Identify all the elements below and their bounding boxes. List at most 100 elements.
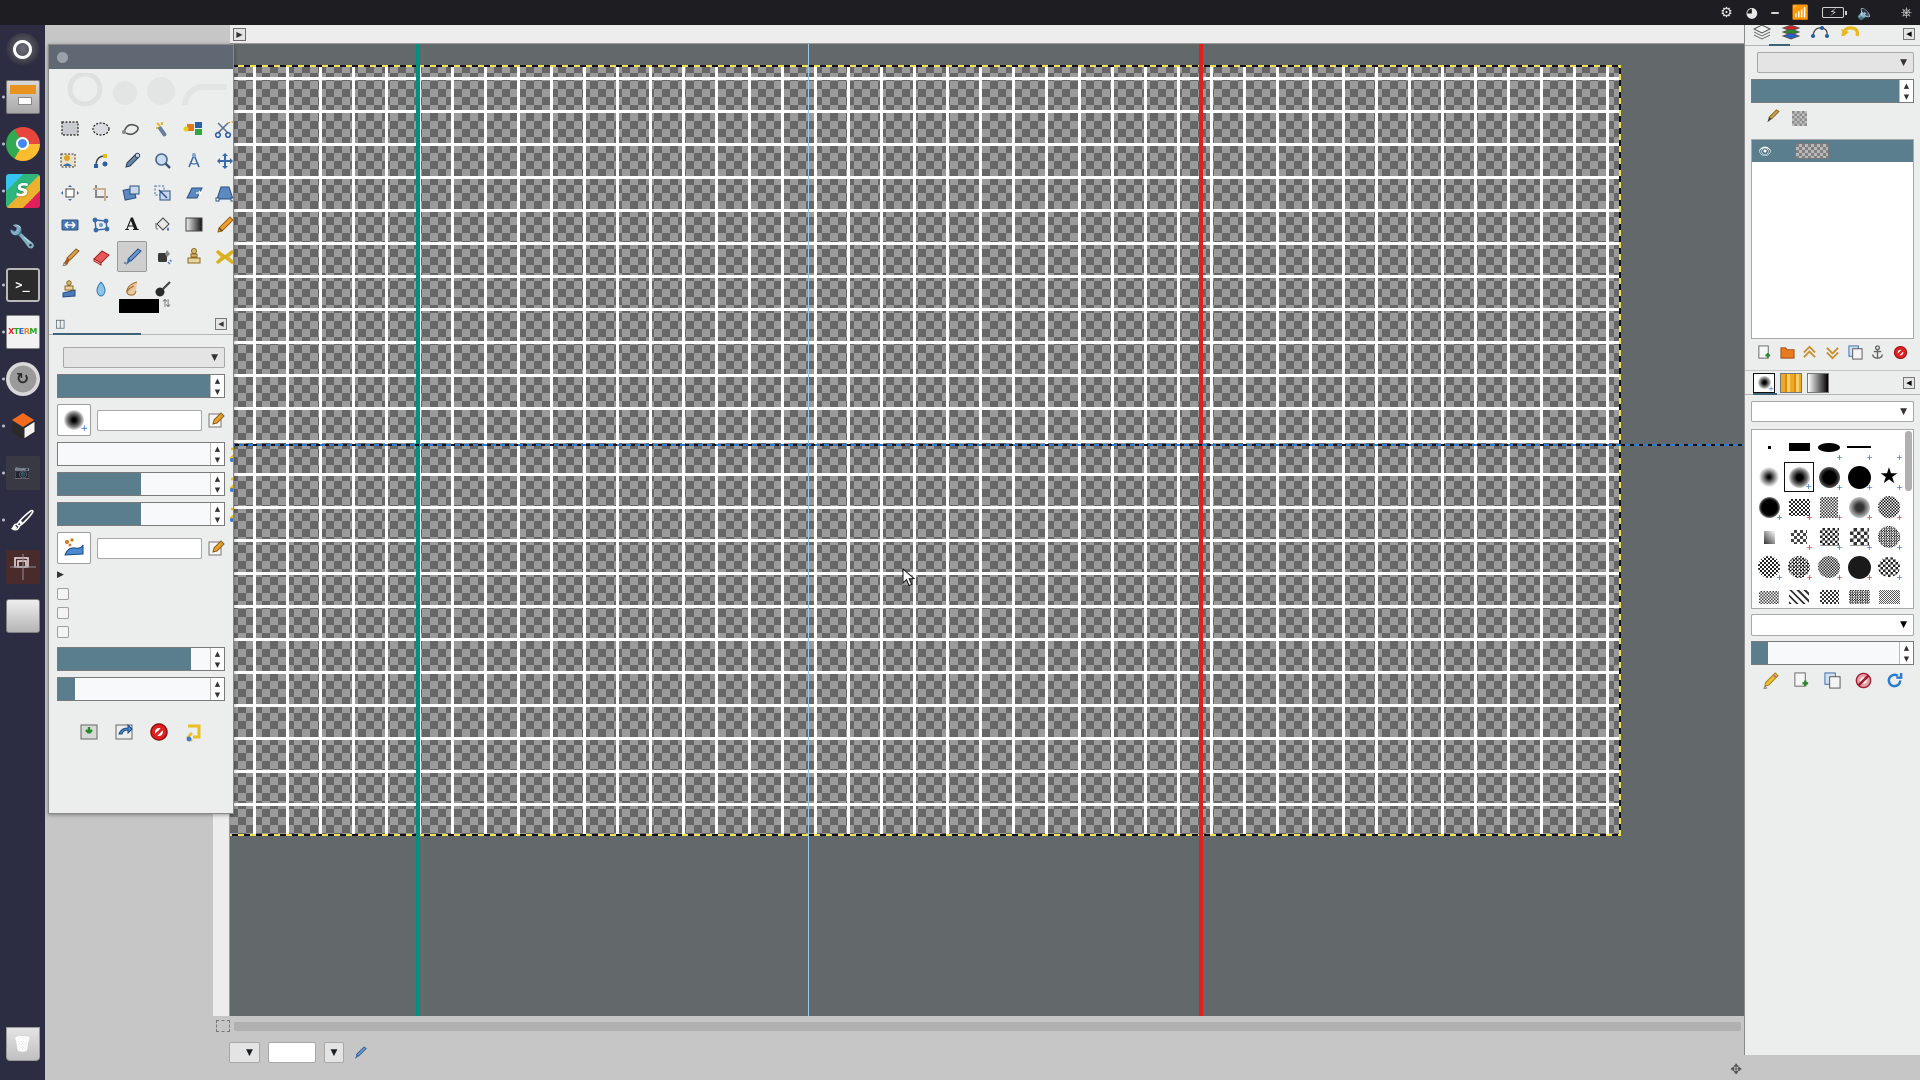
delete-layer-icon[interactable] <box>1893 345 1908 364</box>
aspect-ratio-stepper[interactable]: ▲ ▼ <box>210 473 224 495</box>
rect-select-icon[interactable] <box>55 113 85 144</box>
launcher-item-trash[interactable]: 🗑 <box>0 1021 45 1066</box>
resize-grip-icon[interactable]: ✥ <box>1730 1062 1742 1078</box>
launcher-item-ubuntu-dash[interactable] <box>0 27 45 72</box>
paintbrush-icon[interactable] <box>55 241 85 272</box>
lock-alpha-icon[interactable] <box>1792 111 1807 126</box>
new-layer-group-icon[interactable] <box>1780 345 1795 364</box>
dynamics-options-expander[interactable]: ▶ <box>57 570 225 580</box>
menu-arrow-icon[interactable]: ▶ <box>233 28 246 41</box>
brush-cell[interactable]: + <box>1784 492 1814 522</box>
brush-cell[interactable] <box>1874 582 1904 608</box>
chevron-down-icon[interactable]: ▼ <box>1900 407 1907 417</box>
brushes-tab-icon[interactable]: + <box>1753 372 1775 393</box>
smooth-stroke-checkbox[interactable] <box>57 607 225 619</box>
swap-colors-icon[interactable]: ⇅ <box>162 297 171 310</box>
brush-cell[interactable]: + <box>1754 492 1784 522</box>
unit-select[interactable]: ▼ <box>229 1042 260 1063</box>
brush-cell[interactable] <box>1754 432 1784 462</box>
launcher-item-system-tools[interactable]: 🔧 <box>0 215 45 260</box>
layers-list[interactable]: 👁 <box>1751 139 1914 339</box>
opacity-slider[interactable]: ▲ ▼ <box>57 374 225 398</box>
table-row[interactable]: 👁 <box>1752 140 1913 162</box>
lower-layer-icon[interactable] <box>1825 345 1840 364</box>
brush-cell[interactable]: + <box>1844 552 1874 582</box>
brush-cell[interactable] <box>1754 522 1784 552</box>
brush-cell[interactable]: + <box>1754 552 1784 582</box>
launcher-item-files[interactable] <box>0 74 45 119</box>
bluetooth-icon[interactable]: 📶 <box>1792 6 1809 20</box>
layer-mode-select[interactable]: ▼ <box>1757 52 1914 73</box>
channels-tab-icon[interactable] <box>1781 24 1801 44</box>
reset-aspect-ratio-icon[interactable] <box>228 476 233 493</box>
brush-filter-input[interactable]: ▼ <box>1751 401 1914 422</box>
delete-brush-icon[interactable] <box>1855 672 1872 693</box>
fuzzy-select-icon[interactable] <box>148 113 178 144</box>
duplicate-brush-icon[interactable] <box>1824 672 1841 693</box>
brush-cell[interactable]: + <box>1814 552 1844 582</box>
crop-icon[interactable] <box>86 177 116 208</box>
brush-cell[interactable]: + <box>1844 522 1874 552</box>
foreground-select-icon[interactable] <box>55 145 85 176</box>
vertical-guide-red[interactable] <box>1199 44 1203 1016</box>
delete-tool-preset-icon[interactable] <box>148 721 170 743</box>
motion-only-checkbox[interactable] <box>57 626 225 638</box>
launcher-item-window-manager[interactable] <box>0 544 45 589</box>
spacing-slider[interactable]: ▲ ▼ <box>1751 641 1914 665</box>
anchor-layer-icon[interactable] <box>1870 345 1885 364</box>
quickmask-icon[interactable] <box>216 1020 230 1032</box>
vertical-guide-teal[interactable] <box>416 44 420 1016</box>
bucket-fill-icon[interactable] <box>148 209 178 240</box>
scroll-track[interactable] <box>234 1021 1741 1031</box>
brush-cell[interactable]: + <box>1844 462 1874 492</box>
brush-grid[interactable]: + + + + + + ★ + + + + + + + + + + + + + + <box>1751 429 1914 609</box>
brush-cell[interactable] <box>1754 462 1784 492</box>
select-by-color-icon[interactable] <box>179 113 209 144</box>
brush-cell[interactable]: ★ + <box>1874 462 1904 493</box>
brush-cell[interactable]: + <box>1874 432 1904 462</box>
text-icon[interactable]: A <box>117 209 147 240</box>
volume-muted-icon[interactable]: 🔈 <box>1857 6 1874 20</box>
launcher-item-virtualbox[interactable] <box>0 403 45 448</box>
collapse-left-icon[interactable]: ◀ <box>1903 376 1915 389</box>
rate-stepper[interactable]: ▲ ▼ <box>210 648 224 670</box>
launcher-item-slack[interactable]: S <box>0 168 45 213</box>
launcher-item-disk-drive[interactable] <box>0 593 45 638</box>
launcher-item-screenshot[interactable]: 📷 <box>0 450 45 495</box>
flow-stepper[interactable]: ▲ ▼ <box>210 678 224 700</box>
power-icon[interactable]: ⎈ <box>1901 6 1912 20</box>
brush-cell[interactable]: + <box>1874 492 1904 522</box>
gradient-icon[interactable] <box>179 209 209 240</box>
rotate-icon[interactable] <box>117 177 147 208</box>
brush-preview[interactable]: + <box>57 404 91 436</box>
tool-options-tab[interactable]: ◫ ◀ <box>49 313 233 335</box>
brush-cell[interactable]: + <box>1814 522 1844 552</box>
angle-slider[interactable]: ▲ ▼ <box>57 502 233 526</box>
vertical-guide-blue[interactable] <box>808 44 809 1016</box>
eraser-icon[interactable] <box>86 241 116 272</box>
new-layer-icon[interactable] <box>1757 345 1772 364</box>
zoom-input[interactable] <box>267 1042 316 1063</box>
size-stepper[interactable]: ▲ ▼ <box>210 443 224 465</box>
scissors-select-icon[interactable] <box>210 113 233 144</box>
shear-icon[interactable] <box>179 177 209 208</box>
mode-select[interactable]: ▼ <box>63 347 225 368</box>
brush-value[interactable] <box>97 410 202 431</box>
refresh-brushes-icon[interactable] <box>1886 672 1903 693</box>
horizontal-ruler[interactable] <box>230 25 1920 44</box>
reset-angle-icon[interactable] <box>228 506 233 523</box>
brush-tag-select[interactable]: ▼ <box>1751 614 1914 636</box>
brush-cell[interactable] <box>1784 432 1814 462</box>
ellipse-select-icon[interactable] <box>86 113 116 144</box>
edit-brush-icon[interactable] <box>1762 672 1779 693</box>
foreground-color-swatch[interactable] <box>119 299 159 313</box>
brush-cell[interactable] <box>1754 582 1784 608</box>
rate-slider[interactable]: ▲ ▼ <box>57 647 225 671</box>
dynamics-preview[interactable] <box>57 532 91 564</box>
flip-icon[interactable] <box>55 209 85 240</box>
launcher-item-terminal[interactable]: >_ <box>0 262 45 307</box>
wifi-icon[interactable]: ◕ <box>1746 6 1758 20</box>
horizontal-guide-blue[interactable] <box>230 444 1744 446</box>
aspect-ratio-slider[interactable]: ▲ ▼ <box>57 472 233 496</box>
apply-jitter-checkbox[interactable] <box>57 588 225 600</box>
